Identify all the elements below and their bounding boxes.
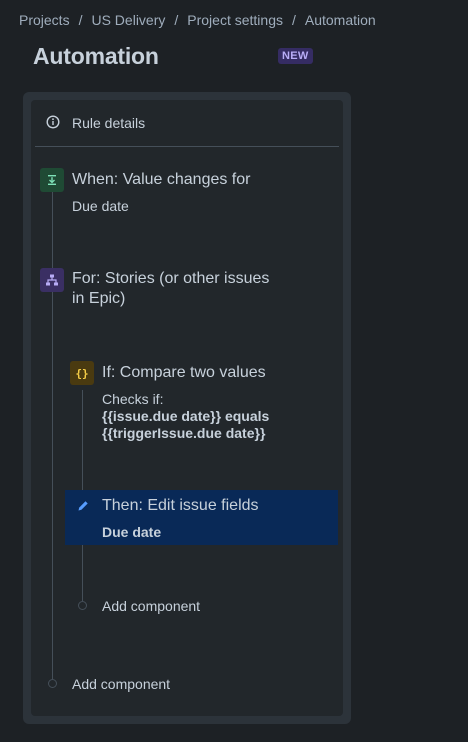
action-title: Then: Edit issue fields <box>102 497 259 514</box>
condition-checks-label: Checks if: <box>102 391 164 407</box>
branch-title-line2: in Epic) <box>72 290 126 307</box>
action-subtitle: Due date <box>102 524 162 540</box>
branch-title-line1: For: Stories (or other issues <box>72 270 270 287</box>
new-badge: NEW <box>278 48 313 64</box>
breadcrumb-separator: / <box>174 12 179 28</box>
add-component-inner-dot <box>78 601 87 610</box>
rule-details-button[interactable]: Rule details <box>35 100 339 147</box>
breadcrumb-us-delivery[interactable]: US Delivery <box>91 12 165 28</box>
breadcrumb-projects[interactable]: Projects <box>19 12 70 28</box>
breadcrumb-automation[interactable]: Automation <box>305 12 376 28</box>
add-component-inner-button[interactable]: Add component <box>102 598 200 614</box>
breadcrumb-separator: / <box>78 12 83 28</box>
trigger-icon <box>40 168 64 192</box>
condition-title[interactable]: If: Compare two values <box>102 363 266 383</box>
page-title: Automation <box>33 43 159 69</box>
breadcrumb: Projects / US Delivery / Project settings / Au… <box>19 12 376 28</box>
condition-expression-1: {{issue.due date}} equals <box>102 408 270 424</box>
rule-details-label: Rule details <box>72 115 146 131</box>
branch-title[interactable]: For: Stories (or other issues in Epic) <box>72 269 292 309</box>
add-component-outer-dot <box>48 679 57 688</box>
braces-icon: {} <box>70 361 94 385</box>
condition-expression-2: {{triggerIssue.due date}} <box>102 425 266 441</box>
flow-connector-main <box>52 192 53 679</box>
trigger-subtitle: Due date <box>72 198 129 214</box>
trigger-title[interactable]: When: Value changes for <box>72 170 250 190</box>
hierarchy-icon <box>40 268 64 292</box>
add-component-outer-button[interactable]: Add component <box>72 676 170 692</box>
pencil-icon <box>76 499 90 518</box>
breadcrumb-project-settings[interactable]: Project settings <box>187 12 283 28</box>
info-icon <box>46 115 60 134</box>
breadcrumb-separator: / <box>291 12 296 28</box>
